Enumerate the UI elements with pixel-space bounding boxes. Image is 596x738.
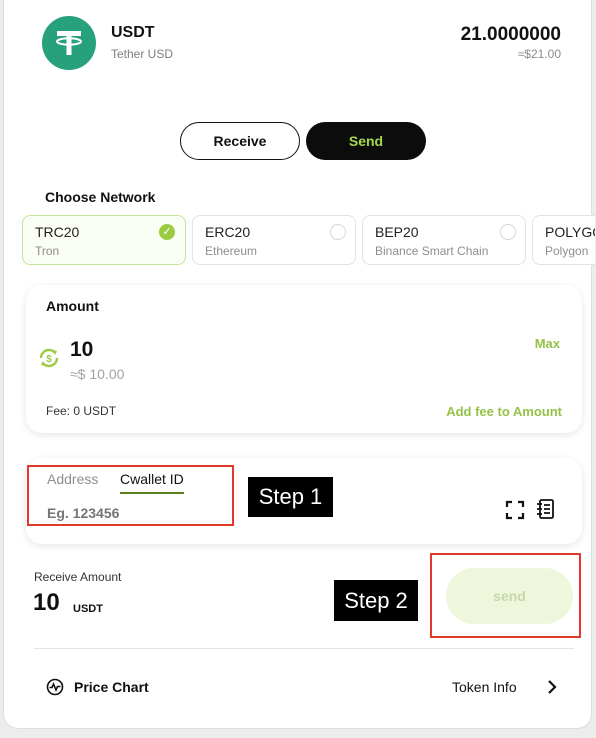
- radio-icon: [500, 224, 516, 240]
- network-chain: Polygon: [545, 244, 589, 258]
- network-name: POLYGON: [545, 224, 595, 240]
- step2-annotation: Step 2: [334, 580, 418, 621]
- chevron-right-icon[interactable]: [545, 679, 559, 695]
- network-list: TRC20 Tron ✓ ERC20 Ethereum BEP20 Binanc…: [4, 0, 595, 290]
- step1-highlight-box: [27, 465, 234, 526]
- step2-highlight-box: [430, 553, 581, 638]
- network-option-erc20[interactable]: ERC20 Ethereum: [192, 215, 356, 265]
- add-fee-button[interactable]: Add fee to Amount: [446, 404, 562, 419]
- amount-value[interactable]: 10: [70, 338, 93, 362]
- amount-title: Amount: [46, 298, 99, 314]
- network-name: TRC20: [35, 224, 80, 240]
- network-name: ERC20: [205, 224, 251, 240]
- send-card: USDT Tether USD 21.0000000 ≈$21.00 Recei…: [4, 0, 595, 728]
- network-chain: Ethereum: [205, 244, 258, 258]
- receive-amount-unit: USDT: [73, 603, 103, 615]
- scan-qr-icon[interactable]: [505, 500, 525, 520]
- network-option-bep20[interactable]: BEP20 Binance Smart Chain: [362, 215, 526, 265]
- amount-usd: ≈$ 10.00: [70, 366, 125, 382]
- network-option-polygon[interactable]: POLYGON Polygon: [532, 215, 595, 265]
- svg-text:$: $: [46, 354, 52, 365]
- receive-amount-label: Receive Amount: [34, 570, 122, 584]
- max-button[interactable]: Max: [535, 336, 560, 351]
- network-name: BEP20: [375, 224, 419, 240]
- check-icon: ✓: [159, 224, 175, 240]
- network-chain: Tron: [35, 244, 60, 258]
- address-book-icon[interactable]: [535, 498, 555, 520]
- price-chart-link[interactable]: Price Chart: [74, 679, 149, 695]
- step1-annotation: Step 1: [248, 477, 333, 517]
- radio-icon: [330, 224, 346, 240]
- token-info-link[interactable]: Token Info: [452, 679, 517, 695]
- network-chain: Binance Smart Chain: [375, 244, 489, 258]
- amount-panel: Amount $ 10 ≈$ 10.00 Max Fee: 0 USDT Add…: [26, 285, 582, 433]
- divider: [34, 648, 574, 649]
- fee-text: Fee: 0 USDT: [46, 404, 117, 418]
- network-option-trc20[interactable]: TRC20 Tron ✓: [22, 215, 186, 265]
- swap-currency-icon[interactable]: $: [38, 347, 60, 369]
- receive-amount-value: 10: [33, 589, 60, 616]
- price-chart-icon: [46, 678, 64, 696]
